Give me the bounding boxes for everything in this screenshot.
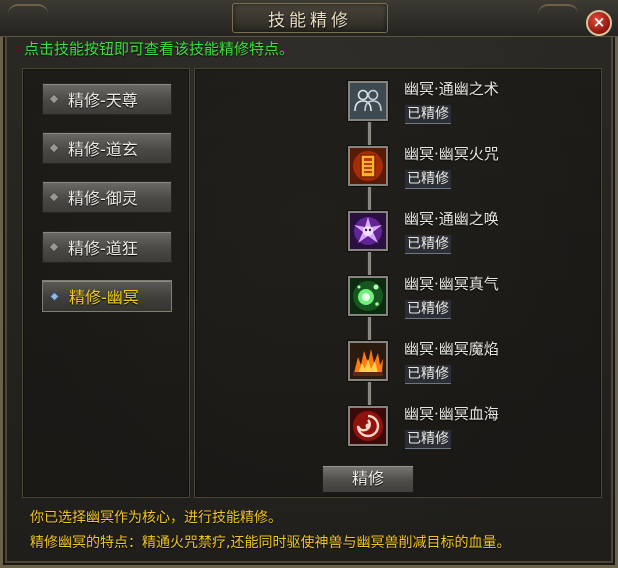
right-ornament [538,4,578,32]
tab-label: 精修-天尊 [68,91,138,110]
diamond-icon [49,242,59,252]
tab-label: 精修-幽冥 [69,288,139,307]
tab-yuling[interactable]: 精修-御灵 [42,181,172,213]
title-bar: 技能精修 [0,0,618,37]
close-button[interactable]: × [586,10,612,36]
skill-status[interactable]: 已精修 [405,235,451,254]
tab-daoxuan[interactable]: 精修-道玄 [42,132,172,164]
tab-daokuang[interactable]: 精修-道狂 [42,231,172,263]
title-plaque: 技能精修 [232,3,388,33]
skill-name: 幽冥·通幽之唤 [404,210,499,228]
refine-button[interactable]: 精修 [322,465,414,493]
selection-text: 你已选择幽冥作为核心，进行技能精修。 [30,510,282,526]
tab-tianzun[interactable]: 精修-天尊 [42,83,172,115]
diamond-icon [49,94,59,104]
tab-youming[interactable]: 精修-幽冥 [42,280,172,312]
skill-tree-panel [194,68,602,498]
skill-status[interactable]: 已精修 [405,105,451,124]
hint-text: 点击技能按钮即可查看该技能精修特点。 [24,40,295,58]
fire-scroll-icon[interactable] [348,146,388,186]
skill-status[interactable]: 已精修 [405,430,451,449]
tab-label: 精修-御灵 [68,189,138,208]
tab-label: 精修-道狂 [68,239,138,258]
tab-label: 精修-道玄 [68,140,138,159]
flame-burst-icon[interactable] [348,341,388,381]
diamond-icon [49,143,59,153]
skill-name: 幽冥·通幽之术 [404,80,499,98]
skill-name: 幽冥·幽冥血海 [404,405,499,423]
twin-figures-icon[interactable] [348,81,388,121]
skill-name: 幽冥·幽冥火咒 [404,145,499,163]
window-title: 技能精修 [268,10,352,31]
blood-vortex-icon[interactable] [348,406,388,446]
skill-name: 幽冥·幽冥魔焰 [404,340,499,358]
skill-name: 幽冥·幽冥真气 [404,275,499,293]
diamond-icon [49,192,59,202]
purple-skull-icon[interactable] [348,211,388,251]
left-ornament [8,4,48,32]
green-orb-icon[interactable] [348,276,388,316]
feature-text: 精修幽冥的特点：精通火咒禁疗,还能同时驱使神兽与幽冥兽削减目标的血量。 [30,535,511,551]
skill-status[interactable]: 已精修 [405,365,451,384]
diamond-icon [49,291,60,301]
skill-status[interactable]: 已精修 [405,300,451,319]
skill-status[interactable]: 已精修 [405,170,451,189]
